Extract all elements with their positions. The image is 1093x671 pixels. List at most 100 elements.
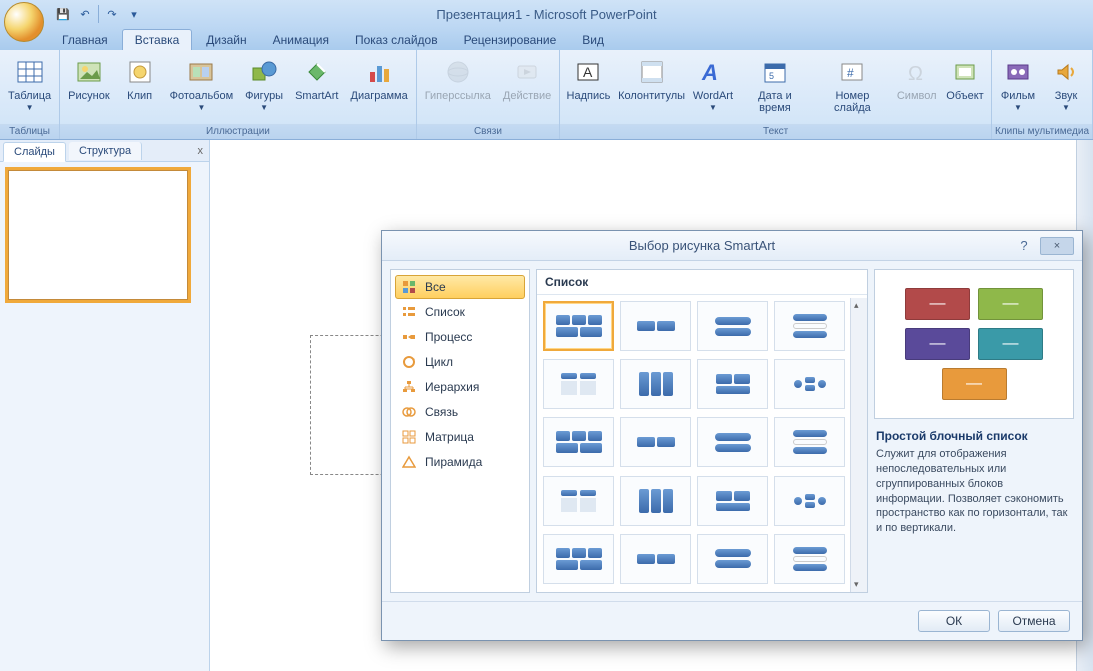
gallery-item[interactable] [697, 301, 768, 351]
gallery-item[interactable] [620, 534, 691, 584]
gallery-item[interactable] [620, 476, 691, 526]
category-Процесс[interactable]: Процесс [395, 325, 525, 349]
category-label: Матрица [425, 430, 474, 444]
quick-access-toolbar: 💾 ↶ ↷ ▾ [54, 5, 143, 23]
ribbon-label: Колонтитулы [618, 90, 685, 102]
ribbon-tab-6[interactable]: Вид [570, 30, 616, 50]
ribbon-tab-2[interactable]: Дизайн [194, 30, 258, 50]
gallery-scrollbar[interactable] [850, 298, 867, 592]
gallery-item[interactable] [543, 359, 614, 409]
ribbon-label: Диаграмма [351, 90, 408, 102]
gallery-item[interactable] [697, 534, 768, 584]
shapes-icon [248, 56, 280, 88]
sound-icon [1050, 56, 1082, 88]
ribbon-group: ГиперссылкаДействиеСвязи [417, 50, 561, 139]
gallery-item[interactable] [697, 417, 768, 467]
ribbon-label: Таблица [8, 90, 51, 102]
dialog-titlebar[interactable]: Выбор рисунка SmartArt ? × [382, 231, 1082, 261]
ribbon-table-button[interactable]: Таблица▼ [4, 52, 55, 112]
ribbon-symbol-button: ΩСимвол [894, 52, 939, 102]
ribbon-shapes-button[interactable]: Фигуры▼ [241, 52, 287, 112]
gallery-item[interactable] [543, 476, 614, 526]
gallery-item[interactable] [774, 301, 845, 351]
tab-slides[interactable]: Слайды [3, 142, 66, 162]
category-label: Список [425, 305, 465, 319]
gallery-item[interactable] [697, 359, 768, 409]
qat-customize[interactable]: ▾ [125, 5, 143, 23]
ribbon-headerfooter-button[interactable]: Колонтитулы [617, 52, 687, 102]
preview-title: Простой блочный список [876, 429, 1072, 443]
ribbon-picture-button[interactable]: Рисунок [64, 52, 114, 102]
dialog-footer: ОК Отмена [382, 601, 1082, 640]
preview-block: — [905, 288, 970, 320]
category-Все[interactable]: Все [395, 275, 525, 299]
ribbon-label: Фигуры [245, 90, 283, 102]
undo-button[interactable]: ↶ [76, 5, 94, 23]
ribbon-chart-button[interactable]: Диаграмма [347, 52, 412, 102]
category-label: Все [425, 280, 446, 294]
ribbon-slidenum-button[interactable]: #Номер слайда [814, 52, 890, 114]
gallery-item[interactable] [774, 417, 845, 467]
ribbon-tab-0[interactable]: Главная [50, 30, 120, 50]
chevron-down-icon: ▼ [26, 103, 34, 112]
redo-button[interactable]: ↷ [103, 5, 121, 23]
ribbon-smartart-button[interactable]: SmartArt [291, 52, 342, 102]
category-Матрица[interactable]: Матрица [395, 425, 525, 449]
gallery-item[interactable] [543, 417, 614, 467]
wordart-icon: A [697, 56, 729, 88]
category-Цикл[interactable]: Цикл [395, 350, 525, 374]
ribbon-tab-1[interactable]: Вставка [122, 29, 193, 50]
thumbnails: 1 [0, 162, 209, 308]
category-label: Пирамида [425, 455, 482, 469]
preview-graphic: ————— [874, 269, 1074, 419]
smartart-icon [301, 56, 333, 88]
chevron-down-icon: ▼ [709, 103, 717, 112]
gallery-item[interactable] [697, 476, 768, 526]
save-button[interactable]: 💾 [54, 5, 72, 23]
close-panel-icon[interactable]: x [198, 145, 204, 157]
ribbon-tab-5[interactable]: Рецензирование [452, 30, 569, 50]
preview-block: — [978, 288, 1043, 320]
tab-outline[interactable]: Структура [69, 142, 142, 160]
ribbon-sound-button[interactable]: Звук▼ [1044, 52, 1088, 112]
cancel-button[interactable]: Отмена [998, 610, 1070, 632]
gallery-item[interactable] [543, 534, 614, 584]
gallery-item[interactable] [620, 417, 691, 467]
category-icon [401, 329, 417, 345]
gallery-item[interactable] [543, 301, 614, 351]
category-Пирамида[interactable]: Пирамида [395, 450, 525, 474]
category-Иерархия[interactable]: Иерархия [395, 375, 525, 399]
clip-icon [124, 56, 156, 88]
office-button[interactable] [4, 2, 44, 42]
slide-thumbnail[interactable]: 1 [8, 170, 188, 300]
category-Связь[interactable]: Связь [395, 400, 525, 424]
ribbon-action-button: Действие [499, 52, 555, 102]
category-Список[interactable]: Список [395, 300, 525, 324]
gallery-item[interactable] [774, 476, 845, 526]
close-icon[interactable]: × [1040, 237, 1074, 255]
ribbon-group: Рисунок КлипФотоальбом▼Фигуры▼SmartArt Диа… [60, 50, 417, 139]
datetime-icon: 5 [759, 56, 791, 88]
category-icon [401, 454, 417, 470]
ribbon-tab-4[interactable]: Показ слайдов [343, 30, 450, 50]
help-icon[interactable]: ? [1014, 238, 1034, 253]
ribbon-label: Рисунок [68, 90, 110, 102]
ok-button[interactable]: ОК [918, 610, 990, 632]
ribbon-textbox-button[interactable]: AНадпись [564, 52, 612, 102]
ribbon-clip-button[interactable]: Клип [118, 52, 162, 102]
gallery-item[interactable] [774, 534, 845, 584]
gallery-item[interactable] [620, 359, 691, 409]
category-label: Цикл [425, 355, 453, 369]
ribbon-object-button[interactable]: Объект [943, 52, 987, 102]
preview-block: — [942, 368, 1007, 400]
ribbon-movie-button[interactable]: Фильм▼ [996, 52, 1040, 112]
ribbon-label: Надпись [567, 90, 611, 102]
gallery-item[interactable] [774, 359, 845, 409]
ribbon-album-button[interactable]: Фотоальбом▼ [166, 52, 238, 112]
ribbon-wordart-button[interactable]: AWordArt▼ [690, 52, 735, 112]
headerfooter-icon [636, 56, 668, 88]
ribbon-tab-3[interactable]: Анимация [261, 30, 341, 50]
ribbon-datetime-button[interactable]: 5Дата и время [739, 52, 810, 114]
gallery-item[interactable] [620, 301, 691, 351]
ribbon-label: Объект [946, 90, 983, 102]
